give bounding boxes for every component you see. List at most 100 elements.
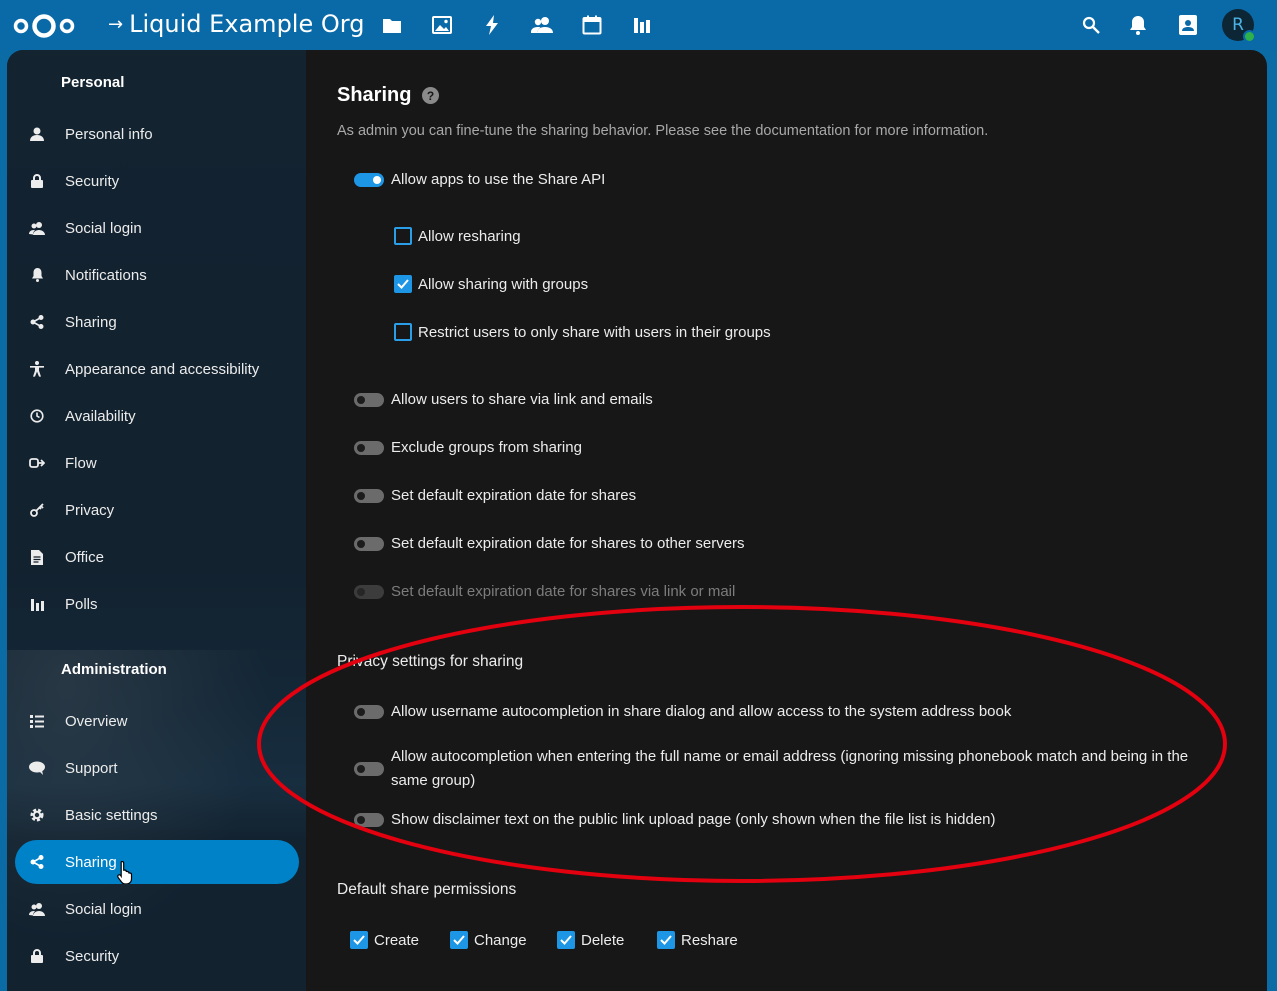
checkbox-label: Delete [581, 931, 625, 949]
default-expiration-row[interactable]: Set default expiration date for shares [354, 487, 636, 504]
sidebar-item-label: Social login [65, 900, 142, 918]
sidebar-item-sharing[interactable]: Sharing [15, 300, 299, 344]
online-status-indicator [1243, 30, 1256, 43]
permission-create[interactable]: Create [350, 931, 419, 949]
sidebar-item-support[interactable]: Support [15, 746, 299, 790]
toggle-switch[interactable] [354, 392, 384, 407]
contacts-menu-icon[interactable] [1176, 13, 1200, 37]
exclude-groups-row[interactable]: Exclude groups from sharing [354, 439, 582, 456]
toggle-label: Allow users to share via link and emails [391, 391, 653, 408]
sidebar-item-admin-sharing[interactable]: Sharing [15, 840, 299, 884]
sidebar-item-label: Social login [65, 219, 142, 237]
toggle-switch[interactable] [354, 488, 384, 503]
avatar[interactable]: R [1222, 9, 1256, 43]
sidebar-item-availability[interactable]: Availability [15, 394, 299, 438]
toggle-switch[interactable] [354, 440, 384, 455]
share-link-email-row[interactable]: Allow users to share via link and emails [354, 391, 653, 408]
polls-icon[interactable] [630, 13, 654, 37]
files-icon[interactable] [380, 13, 404, 37]
bell-icon [29, 267, 45, 283]
sidebar-item-label: Notifications [65, 266, 147, 284]
sidebar-item-flow[interactable]: Flow [15, 441, 299, 485]
search-icon[interactable] [1079, 13, 1103, 37]
checkbox[interactable] [394, 227, 412, 245]
group-icon [29, 901, 45, 917]
accessibility-icon [29, 361, 45, 377]
sharing-settings-panel: Sharing ? As admin you can fine-tune the… [306, 50, 1267, 991]
share-icon [29, 314, 45, 330]
settings-sidebar: Personal Personal info Security Social l… [7, 50, 306, 991]
expiration-other-servers-row[interactable]: Set default expiration date for shares t… [354, 535, 745, 552]
toggle-switch[interactable] [354, 536, 384, 551]
username-autocompletion-row[interactable]: Allow username autocompletion in share d… [354, 703, 1011, 720]
sidebar-item-privacy[interactable]: Privacy [15, 488, 299, 532]
permission-change[interactable]: Change [450, 931, 527, 949]
label-line: Allow autocompletion when entering the f… [391, 748, 1189, 765]
sidebar-item-appearance[interactable]: Appearance and accessibility [15, 347, 299, 391]
list-icon [29, 713, 45, 729]
sidebar-item-label: Polls [65, 595, 98, 613]
permission-reshare[interactable]: Reshare [657, 931, 738, 949]
toggle-label: Allow apps to use the Share API [391, 171, 606, 188]
toggle-switch [354, 584, 384, 599]
toggle-label: Set default expiration date for shares v… [391, 583, 736, 600]
checkbox[interactable] [557, 931, 575, 949]
checkbox[interactable] [657, 931, 675, 949]
toggle-switch[interactable] [354, 704, 384, 719]
allow-resharing-row[interactable]: Allow resharing [394, 227, 521, 245]
allow-sharing-groups-row[interactable]: Allow sharing with groups [394, 275, 588, 293]
arrow-right-icon: → [108, 13, 124, 35]
privacy-heading: Privacy settings for sharing [337, 653, 524, 670]
calendar-icon[interactable] [580, 13, 604, 37]
fullname-autocompletion-row[interactable]: Allow autocompletion when entering the f… [354, 745, 1188, 793]
nextcloud-logo[interactable] [12, 12, 76, 40]
permissions-heading: Default share permissions [337, 881, 517, 898]
personal-caption: Personal [61, 74, 125, 91]
permission-delete[interactable]: Delete [557, 931, 624, 949]
sidebar-item-personal-info[interactable]: Personal info [15, 112, 299, 156]
checkbox[interactable] [394, 323, 412, 341]
toggle-label: Set default expiration date for shares t… [391, 535, 745, 552]
administration-caption: Administration [61, 661, 167, 678]
sidebar-item-polls[interactable]: Polls [15, 582, 299, 626]
share-api-toggle-row[interactable]: Allow apps to use the Share API [354, 171, 605, 188]
sidebar-item-label: Basic settings [65, 806, 158, 824]
help-icon[interactable]: ? [422, 87, 439, 104]
lock-icon [29, 173, 45, 189]
org-name: Liquid Example Org [129, 10, 365, 38]
lock-icon [29, 948, 45, 964]
contacts-icon[interactable] [530, 13, 554, 37]
sidebar-item-security[interactable]: Security [15, 159, 299, 203]
sidebar-item-notifications[interactable]: Notifications [15, 253, 299, 297]
chat-icon [29, 760, 45, 776]
toggle-switch[interactable] [354, 762, 384, 776]
page-title: Sharing [337, 84, 412, 106]
sidebar-item-admin-social-login[interactable]: Social login [15, 887, 299, 931]
toggle-label: Show disclaimer text on the public link … [391, 811, 996, 828]
checkbox-label: Allow resharing [418, 227, 521, 245]
org-switcher[interactable]: → Liquid Example Org [108, 10, 364, 38]
restrict-users-groups-row[interactable]: Restrict users to only share with users … [394, 323, 771, 341]
polls-icon [29, 596, 45, 612]
sidebar-item-admin-security[interactable]: Security [15, 934, 299, 978]
activity-icon[interactable] [480, 13, 504, 37]
sidebar-item-label: Privacy [65, 501, 115, 519]
sidebar-item-office[interactable]: Office [15, 535, 299, 579]
checkbox[interactable] [394, 275, 412, 293]
checkbox[interactable] [450, 931, 468, 949]
document-icon [29, 549, 45, 565]
toggle-switch[interactable] [354, 812, 384, 827]
checkbox-label: Allow sharing with groups [418, 275, 589, 293]
photos-icon[interactable] [430, 13, 454, 37]
checkbox[interactable] [350, 931, 368, 949]
bell-icon[interactable] [1126, 13, 1150, 37]
sidebar-item-social-login[interactable]: Social login [15, 206, 299, 250]
sidebar-item-basic-settings[interactable]: Basic settings [15, 793, 299, 837]
toggle-switch[interactable] [354, 172, 384, 187]
sidebar-item-overview[interactable]: Overview [15, 699, 299, 743]
group-icon [29, 220, 45, 236]
checkbox-label: Create [374, 931, 420, 949]
disclaimer-text-row[interactable]: Show disclaimer text on the public link … [354, 811, 996, 828]
share-icon [29, 854, 45, 870]
sidebar-item-label: Security [65, 172, 120, 190]
